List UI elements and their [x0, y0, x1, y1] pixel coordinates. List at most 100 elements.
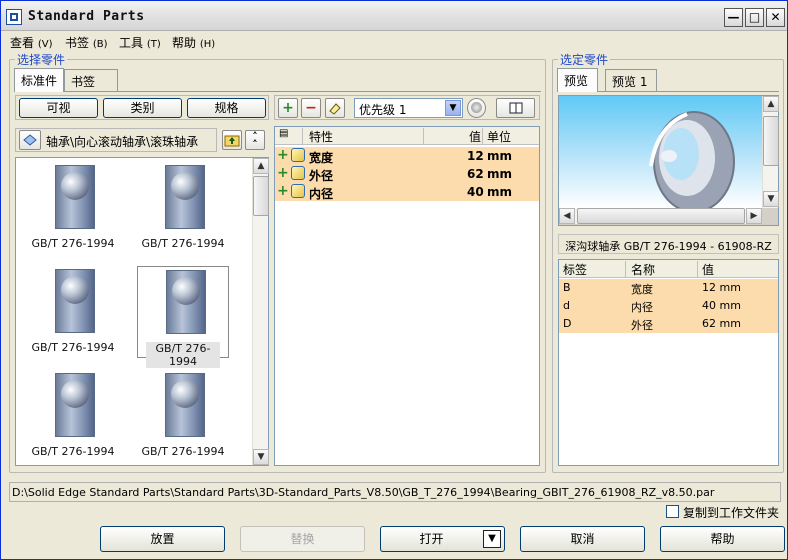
replace-button[interactable]: 替换: [240, 526, 365, 552]
tab-preview[interactable]: 预览: [557, 68, 598, 92]
preview-vscrollbar[interactable]: ▲ ▼: [762, 96, 779, 208]
thumbnail-caption: GB/T 276-1994: [141, 445, 225, 458]
tag-grid: 标签 名称 值 B 宽度 12 mm d 内径 40 mm D 外径 62 mm: [558, 259, 779, 466]
chevron-down-icon[interactable]: ▼: [445, 100, 461, 116]
scroll-down-icon[interactable]: ▼: [763, 191, 779, 207]
plus-icon: +: [282, 100, 294, 116]
edit-icon[interactable]: [291, 166, 305, 180]
selected-part-name: 深沟球轴承 GB/T 276-1994 - 61908-RZ: [558, 234, 779, 254]
tab-standard-parts[interactable]: 标准件: [14, 68, 64, 92]
property-value[interactable]: 40: [467, 185, 484, 199]
tab-bookmarks[interactable]: 书签: [64, 69, 118, 91]
tag-label: d: [563, 299, 570, 312]
thumbnail-item[interactable]: GB/T 276-1994: [27, 266, 119, 358]
edit-icon[interactable]: [291, 148, 305, 162]
remove-property-button[interactable]: −: [301, 98, 321, 118]
property-row[interactable]: + 内径 40 mm: [275, 183, 539, 201]
bearing-preview-image: [649, 111, 735, 213]
folder-up-button[interactable]: [222, 130, 242, 150]
menu-bookmark[interactable]: 书签 (B): [65, 34, 108, 51]
property-unit: mm: [487, 149, 513, 163]
tag-row[interactable]: B 宽度 12 mm: [559, 279, 778, 297]
thumbnail-item[interactable]: GB/T 276-1994: [27, 370, 119, 462]
book-button[interactable]: [496, 98, 535, 118]
property-value[interactable]: 12: [467, 149, 484, 163]
scroll-thumb[interactable]: [253, 176, 269, 216]
tag-name: 内径: [631, 301, 653, 314]
property-value[interactable]: 62: [467, 167, 484, 181]
scroll-left-icon[interactable]: ◀: [559, 208, 575, 224]
maximize-button[interactable]: □: [745, 8, 764, 27]
open-dropdown-arrow-icon[interactable]: ▼: [483, 530, 501, 548]
column-name[interactable]: 名称: [631, 261, 655, 278]
scroll-up-icon[interactable]: ▲: [763, 96, 779, 112]
open-button[interactable]: 打开 ▼: [380, 526, 505, 552]
spec-filter-button[interactable]: 规格: [187, 98, 266, 118]
minus-icon: −: [305, 100, 317, 116]
help-button[interactable]: 帮助: [660, 526, 785, 552]
thumbnail-item-selected[interactable]: GB/T 276-1994: [137, 266, 229, 368]
cancel-button[interactable]: 取消: [520, 526, 645, 552]
thumbnail-scrollbar[interactable]: ▲ ▼: [252, 158, 269, 465]
copy-to-work-folder-checkbox[interactable]: [666, 505, 679, 518]
menu-tools[interactable]: 工具 (T): [119, 34, 161, 51]
bearing-icon: [55, 373, 95, 437]
expand-plus-icon[interactable]: +: [277, 184, 289, 198]
menu-view[interactable]: 查看 (V): [10, 34, 53, 51]
copy-to-work-folder-label[interactable]: 复制到工作文件夹: [683, 504, 779, 521]
select-part-title: 选择零件: [15, 51, 68, 68]
thumbnail-item[interactable]: GB/T 276-1994: [27, 162, 119, 254]
tab-preview-1[interactable]: 预览 1: [605, 69, 657, 91]
tag-row[interactable]: d 内径 40 mm: [559, 297, 778, 315]
column-value[interactable]: 值: [469, 128, 481, 145]
breadcrumb[interactable]: 轴承\向心滚动轴承\滚珠轴承: [15, 128, 217, 152]
tab-divider: [14, 91, 541, 92]
scroll-right-icon[interactable]: ▶: [746, 208, 762, 224]
expand-plus-icon[interactable]: +: [277, 148, 289, 162]
menu-help[interactable]: 帮助 (H): [172, 34, 215, 51]
property-row[interactable]: + 宽度 12 mm: [275, 147, 539, 165]
thumbnail-caption: GB/T 276-1994: [31, 237, 115, 250]
eraser-button[interactable]: [325, 98, 345, 118]
menu-bookmark-label: 书签: [65, 36, 90, 50]
thumbnail-item[interactable]: GB/T 276-1994: [137, 370, 229, 462]
tag-value: 12 mm: [702, 281, 741, 294]
add-property-button[interactable]: +: [278, 98, 298, 118]
visible-filter-button[interactable]: 可视: [19, 98, 98, 118]
tag-row[interactable]: D 外径 62 mm: [559, 315, 778, 333]
property-grid: ▤ 特性 值 单位 + 宽度 12 mm + 外径 62 mm + 内径 40: [274, 126, 540, 466]
selected-part-title: 选定零件: [558, 51, 611, 68]
minimize-button[interactable]: —: [724, 8, 743, 27]
part-preview[interactable]: ▲ ▼ ◀ ▶: [558, 95, 779, 226]
expand-plus-icon[interactable]: +: [277, 166, 289, 180]
column-tag-value[interactable]: 值: [702, 261, 714, 278]
preview-hscroll-thumb[interactable]: [577, 208, 745, 224]
property-unit: mm: [487, 167, 513, 181]
double-chevron-up-icon: ˄ ˄: [252, 130, 258, 151]
catalog-icon[interactable]: [19, 130, 41, 150]
property-name: 外径: [309, 169, 334, 183]
scroll-down-icon[interactable]: ▼: [253, 449, 269, 465]
edit-icon[interactable]: [291, 184, 305, 198]
preview-vscroll-thumb[interactable]: [763, 116, 779, 166]
property-row[interactable]: + 外径 62 mm: [275, 165, 539, 183]
property-name: 内径: [309, 187, 334, 201]
preview-hscrollbar[interactable]: ◀ ▶: [559, 208, 762, 224]
column-tag[interactable]: 标签: [563, 261, 587, 278]
property-unit: mm: [487, 185, 513, 199]
close-button[interactable]: ✕: [766, 8, 785, 27]
scroll-up-icon[interactable]: ▲: [253, 158, 269, 174]
filter-disk-button[interactable]: [467, 98, 486, 118]
part-thumbnail-list[interactable]: GB/T 276-1994 GB/T 276-1994 GB/T 276-199…: [15, 157, 269, 466]
priority-select[interactable]: 优先级 1 ▼: [354, 98, 463, 118]
minimize-icon: —: [727, 10, 740, 24]
collapse-up-button[interactable]: ˄ ˄: [245, 130, 265, 150]
menu-bar: 查看 (V) 书签 (B) 工具 (T) 帮助 (H): [1, 32, 787, 52]
place-button[interactable]: 放置: [100, 526, 225, 552]
column-property[interactable]: 特性: [309, 128, 333, 145]
preview-viewport[interactable]: [559, 96, 762, 213]
category-filter-button[interactable]: 类别: [103, 98, 182, 118]
column-unit[interactable]: 单位: [487, 128, 511, 145]
thumbnail-item[interactable]: GB/T 276-1994: [137, 162, 229, 254]
title-bar[interactable]: Standard Parts — □ ✕: [1, 1, 787, 31]
